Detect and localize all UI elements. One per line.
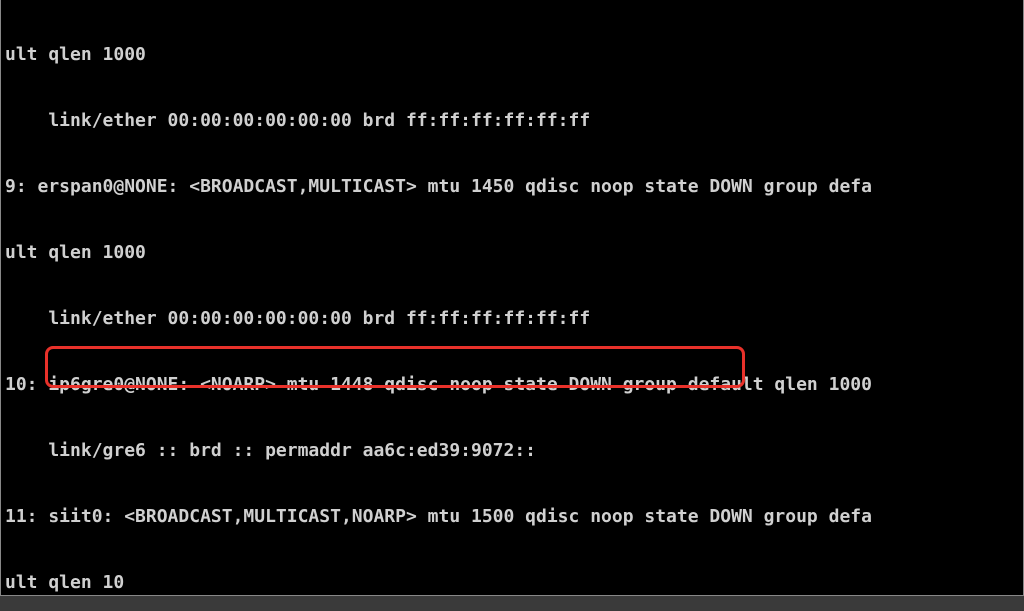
border-strip	[0, 596, 1024, 611]
output-line: link/ether 00:00:00:00:00:00 brd ff:ff:f…	[5, 308, 1019, 330]
output-line: link/gre6 :: brd :: permaddr aa6c:ed39:9…	[5, 440, 1019, 462]
output-line: ult qlen 1000	[5, 44, 1019, 66]
output-line: 9: erspan0@NONE: <BROADCAST,MULTICAST> m…	[5, 176, 1019, 198]
output-line: ult qlen 10	[5, 572, 1019, 594]
output-line: ult qlen 1000	[5, 242, 1019, 264]
output-line: 10: ip6gre0@NONE: <NOARP> mtu 1448 qdisc…	[5, 374, 1019, 396]
output-line: link/ether 00:00:00:00:00:00 brd ff:ff:f…	[5, 110, 1019, 132]
terminal-window[interactable]: ult qlen 1000 link/ether 00:00:00:00:00:…	[0, 0, 1024, 596]
output-line: 11: siit0: <BROADCAST,MULTICAST,NOARP> m…	[5, 506, 1019, 528]
